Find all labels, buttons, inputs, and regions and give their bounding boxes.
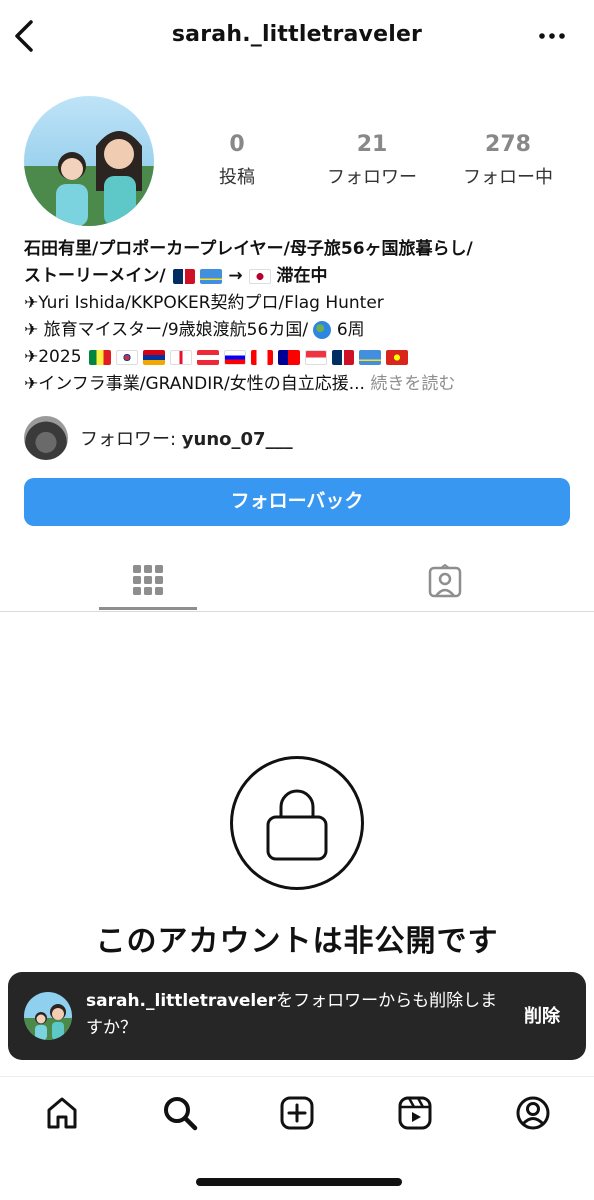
toast-remove-button[interactable]: 削除 <box>524 1002 560 1028</box>
posts-count: 0 <box>229 132 245 157</box>
bio-name-line-2: ストーリーメイン/ → 滞在中 <box>24 263 574 290</box>
private-lock-badge <box>230 756 364 890</box>
flag-senegal-icon <box>88 349 111 365</box>
followers-label: フォロワー <box>327 167 417 188</box>
bio-line-4b: 6周 <box>336 320 365 340</box>
mutual-follower-username: yuno_07___ <box>181 429 293 450</box>
flag-aruba-icon <box>358 349 381 365</box>
search-icon <box>164 1097 198 1131</box>
profile-avatar[interactable] <box>24 96 154 226</box>
toast-message: sarah._littletravelerをフォロワーからも削除しますか？ <box>86 988 506 1042</box>
bio-line-6: ✈インフラ事業/GRANDIR/女性の自立応援... 続きを読む <box>24 371 574 398</box>
tab-posts-grid[interactable] <box>99 552 197 610</box>
mutual-follower-row[interactable]: フォロワー: yuno_07___ <box>24 416 293 460</box>
flag-dominican-republic-icon <box>331 349 354 365</box>
mutual-follower-text: フォロワー: yuno_07___ <box>80 425 293 451</box>
flag-austria-icon <box>196 349 219 365</box>
top-bar: sarah._littletraveler <box>0 0 594 72</box>
flag-taiwan-icon <box>277 349 300 365</box>
posts-stat: 0 投稿 <box>177 132 297 189</box>
more-horizontal-icon <box>539 33 565 39</box>
flag-slovenia-icon <box>223 349 246 365</box>
bio-line-5: ✈2025 <box>24 344 574 371</box>
following-count: 278 <box>485 132 531 157</box>
toast-username: sarah._littletraveler <box>86 991 277 1011</box>
bio-line-4: ✈ 旅育マイスター/9歳娘渡航56カ国/ 6周 <box>24 317 574 344</box>
flag-group-2025 <box>88 349 408 365</box>
flag-dominican-republic-icon <box>173 268 196 284</box>
profile-bio: 石田有里/プロポーカープレイヤー/母子旅56ヶ国旅暮らし/ ストーリーメイン/ … <box>24 236 574 398</box>
lock-icon <box>266 789 328 861</box>
nav-create-button[interactable] <box>277 1093 317 1133</box>
bio-line-4a: ✈ 旅育マイスター/9歳娘渡航56カ国/ <box>24 320 309 340</box>
followers-stat[interactable]: 21 フォロワー <box>312 132 432 189</box>
home-indicator <box>196 1178 402 1186</box>
mutual-follower-label: フォロワー: <box>80 429 182 450</box>
create-icon <box>280 1096 314 1130</box>
flag-japan-icon <box>248 268 271 284</box>
profile-username-title: sarah._littletraveler <box>171 22 423 47</box>
nav-search-button[interactable] <box>160 1093 200 1133</box>
following-stat[interactable]: 278 フォロー中 <box>448 132 568 189</box>
mutual-follower-avatar <box>24 416 68 460</box>
reels-icon <box>398 1096 432 1130</box>
posts-label: 投稿 <box>219 167 255 188</box>
flag-singapore-icon <box>304 349 327 365</box>
remove-follower-toast: sarah._littletravelerをフォロワーからも削除しますか？ 削除 <box>8 972 586 1060</box>
bottom-nav <box>0 1076 594 1148</box>
grid-icon <box>133 564 163 595</box>
profile-tabs <box>0 552 594 612</box>
private-account-title: このアカウントは非公開です <box>95 924 499 959</box>
flag-group-current <box>173 268 223 284</box>
bio-line-5-text: ✈2025 <box>24 347 82 367</box>
profile-icon <box>516 1096 550 1130</box>
bio-line-6-text: ✈インフラ事業/GRANDIR/女性の自立応援... <box>24 374 365 394</box>
globe-icon <box>313 321 332 339</box>
followers-count: 21 <box>356 132 388 157</box>
flag-vietnam-icon <box>385 349 408 365</box>
nav-home-button[interactable] <box>42 1093 82 1133</box>
flag-aruba-icon <box>200 268 223 284</box>
flag-georgia-icon <box>169 349 192 365</box>
home-icon <box>47 1097 77 1129</box>
toast-avatar <box>24 992 72 1040</box>
tab-tagged[interactable] <box>396 552 494 610</box>
bio-name-line-1: 石田有里/プロポーカープレイヤー/母子旅56ヶ国旅暮らし/ <box>24 239 473 259</box>
bio-name-line-2c: 滞在中 <box>276 266 328 286</box>
more-options-button[interactable] <box>538 26 566 46</box>
read-more-link[interactable]: 続きを読む <box>370 374 455 394</box>
bio-line-3: ✈Yuri Ishida/KKPOKER契約プロ/Flag Hunter <box>24 293 384 313</box>
bio-name-line-2a: ストーリーメイン/ <box>24 266 166 286</box>
follow-back-button[interactable]: フォローバック <box>24 478 570 526</box>
bio-arrow: → <box>228 266 243 286</box>
flag-canada-icon <box>250 349 273 365</box>
following-label: フォロー中 <box>463 167 553 188</box>
flag-armenia-icon <box>142 349 165 365</box>
tagged-person-icon <box>428 564 462 598</box>
flag-south-korea-icon <box>115 349 138 365</box>
nav-profile-button[interactable] <box>513 1093 553 1133</box>
nav-reels-button[interactable] <box>395 1093 435 1133</box>
